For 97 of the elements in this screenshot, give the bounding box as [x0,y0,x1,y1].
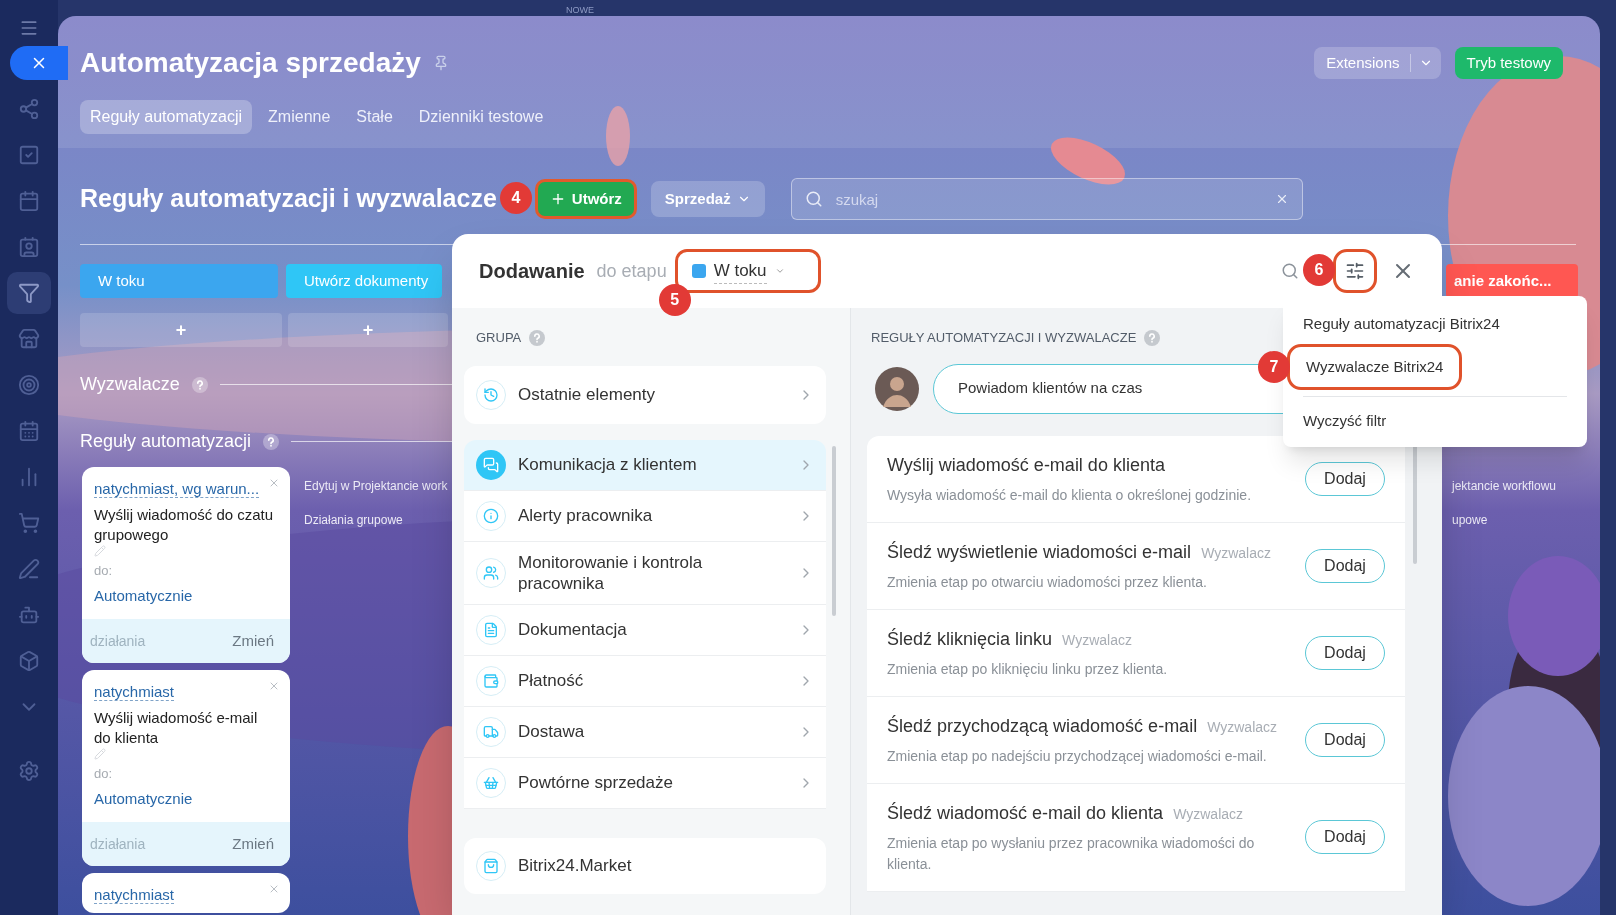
nav-button[interactable] [7,272,51,314]
rule-item-title: Śledź wyświetlenie wiadomości e-mail [887,540,1192,564]
checkbox-icon [18,144,40,166]
rule-card[interactable]: natychmiast, wg warun... Wyślij wiadomość do czatu grupowego do: Automatycznie działania Zmień [82,467,290,663]
group-item[interactable]: Bitrix24.Market [464,837,826,894]
rule-item[interactable]: Śledź przychodzącą wiadomość e-mail Wyzwalacz Zmienia etap po nadejściu przychodzącej wiadomości e-mail. Dodaj [867,696,1405,784]
group-item[interactable]: Płatność [464,655,826,707]
close-button[interactable] [10,46,68,80]
truck-icon [483,723,499,740]
info-icon [483,507,499,524]
group-item[interactable]: Powtórne sprzedaże [464,757,826,809]
rule-item-description: Zmienia etap po otwarciu wiadomości przez klienta. [887,572,1208,592]
group-item[interactable]: Komunikacja z klientem [464,439,826,491]
search-field[interactable]: szukaj [790,178,1303,220]
recipient-label: do: [94,765,114,783]
rule-title: Wyślij wiadomość do czatu grupowego [94,505,275,545]
section-title: Reguły automatyzacji i wyzwalacze [80,183,497,215]
column-link[interactable]: jektancie workflowu [1452,477,1578,495]
recipient-value[interactable]: Automatycznie [94,787,278,810]
chat-icon [483,456,499,473]
help-icon[interactable] [529,329,546,346]
group-item[interactable]: Ostatnie elementy [464,365,826,424]
pen-icon [18,558,40,580]
rule-item-title: Śledź kliknięcia linku [887,627,1053,651]
triggers-heading: Wyzwalacze [80,373,180,396]
trigger-tag: Wyzwalacz [1207,716,1278,738]
rule-item[interactable]: Śledź kliknięcia linku Wyzwalacz Zmienia etap po kliknięciu linku przez klienta. Dodaj [867,609,1405,697]
column-link[interactable]: Edytuj w Projektancie work [304,477,448,495]
rule-card[interactable]: natychmiast Wyślij wiadomość e-mail do klienta do: Automatycznie działania Zmień [82,670,290,866]
cart-icon [18,512,40,534]
rule-item-title: Wyślij wiadomość e-mail do klienta [887,453,1165,477]
actions-label: działania [90,631,146,651]
group-heading: GRUPA [476,329,522,347]
trigger-tag: Wyzwalacz [1201,542,1271,564]
menu-item[interactable]: Reguły automatyzacji Bitrix24 [1287,304,1516,344]
help-icon[interactable] [1144,329,1161,346]
filter-button[interactable] [1333,249,1377,293]
rules-heading: Reguły automatyzacji [80,430,252,453]
group-item[interactable]: Monitorowanie i kontrola pracownika [464,541,826,605]
rule-item[interactable]: Śledź wiadomość e-mail do klienta Wyzwalacz Zmienia etap po wysłaniu przez pracownika wiadomości do klienta. Dodaj [867,783,1405,892]
store-icon [18,328,40,350]
column-link[interactable]: upowe [1452,511,1578,529]
group-item[interactable]: Dokumentacja [464,604,826,656]
group-item[interactable]: Alerty pracownika [464,490,826,542]
settings-icon [1345,261,1365,281]
dialog-title: Dodawanie [479,259,585,284]
help-icon[interactable] [263,433,280,450]
group-item[interactable]: Dostawa [464,706,826,758]
top-label: NOWE [566,4,594,17]
condition-link[interactable]: natychmiast [94,683,175,701]
pencil-icon[interactable] [94,748,106,760]
funnel-icon [18,282,40,304]
rule-title: Wyślij wiadomość e-mail do klienta [94,708,259,748]
rule-item-description: Zmienia etap po wysłaniu przez pracownika wiadomości do klienta. [887,833,1256,874]
trigger-tag: Wyzwalacz [1062,629,1132,651]
wallet-icon [483,672,499,689]
rule-card[interactable]: natychmiast [82,873,290,913]
shopping-bag-icon [483,857,499,874]
rules-list-heading: REGUŁY AUTOMATYZACJI I WYZWALACZE [871,329,1137,347]
condition-link[interactable]: natychmiast, wg warun... [94,480,260,498]
rule-item-title: Śledź wiadomość e-mail do klienta [887,801,1164,825]
callout-badge: 6 [1303,254,1335,286]
recipient-label: do: [94,562,114,580]
rule-item-description: Zmienia etap po nadejściu przychodzącej wiadomości e-mail. [887,746,1268,766]
users-icon [483,564,499,581]
document-icon [483,621,499,638]
page-title: Automatyzacja sprzedaży [80,46,421,80]
target-icon [18,374,40,396]
calendar-icon [18,190,40,212]
condition-link[interactable]: natychmiast [94,886,175,904]
trigger-tag: Wyzwalacz [1173,803,1244,825]
search-icon [804,190,823,208]
callout-badge: 5 [658,284,691,316]
basket-icon [483,774,499,791]
search-icon[interactable] [1281,262,1299,280]
rule-item-title: Śledź przychodzącą wiadomość e-mail [887,714,1198,738]
contact-card-icon [18,236,40,258]
change-link[interactable]: Zmień [232,832,282,856]
help-icon[interactable] [191,376,208,393]
stage-prefix: do etapu [596,259,667,283]
column-link[interactable]: Działania grupowe [304,511,448,529]
rule-item-description: Zmienia etap po kliknięciu linku przez klienta. [887,659,1169,679]
robot-icon [18,604,40,626]
share-icon [18,98,40,120]
actions-label: działania [90,834,146,854]
calendar-icon [18,420,40,442]
settings-icon [18,760,40,782]
rule-item[interactable]: Śledź wyświetlenie wiadomości e-mail Wyzwalacz Zmienia etap po otwarciu wiadomości przez klienta. Dodaj [867,522,1405,610]
avatar [875,366,919,411]
recipient-value[interactable]: Automatycznie [94,584,278,607]
change-link[interactable]: Zmień [232,629,282,653]
cube-icon [18,650,40,672]
menu-icon[interactable] [19,18,39,38]
pencil-icon[interactable] [94,545,106,557]
caret-icon [774,266,785,276]
history-icon [483,386,499,403]
rule-item-description: Wysyła wiadomość e-mail do klienta o określonej godzinie. [887,485,1253,505]
